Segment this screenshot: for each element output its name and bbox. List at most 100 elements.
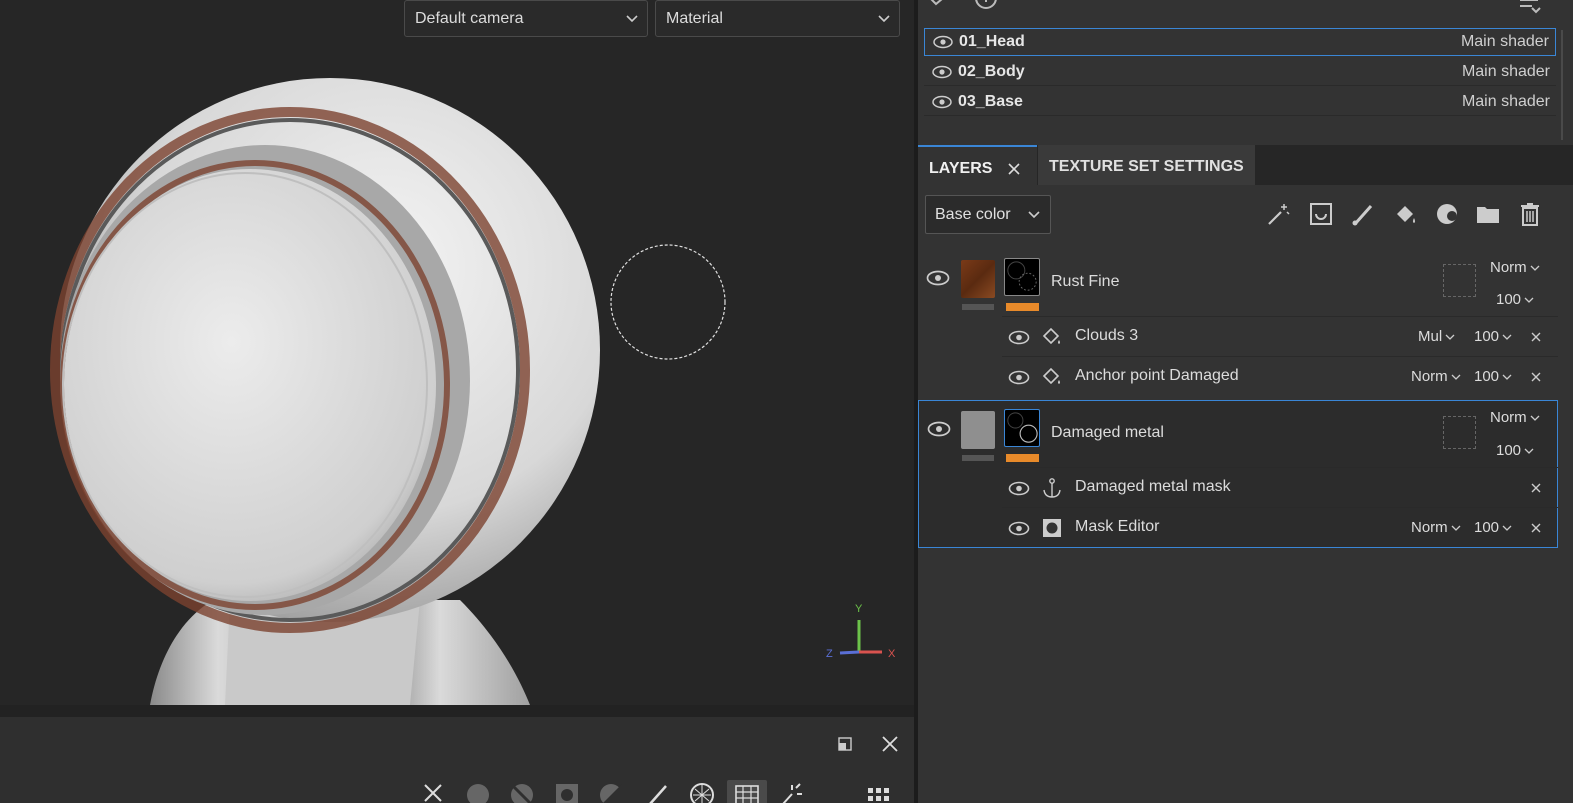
layer-row[interactable]: Damaged metal Norm 100 xyxy=(919,401,1559,467)
texture-set-name: 03_Base xyxy=(958,92,1023,110)
eye-icon[interactable] xyxy=(933,35,953,49)
layer-item[interactable]: Rust Fine Norm 100 Clouds 3 Mul 100 Anch… xyxy=(918,248,1558,398)
effect-name: Mask Editor xyxy=(1075,518,1160,535)
paint-bucket-icon[interactable] xyxy=(1391,200,1419,228)
mask-icon[interactable] xyxy=(1433,200,1461,228)
eye-icon[interactable] xyxy=(1008,481,1030,496)
mask-thumbnail[interactable] xyxy=(1004,258,1040,296)
mask-thumbnail[interactable] xyxy=(1004,409,1040,447)
eye-icon[interactable] xyxy=(1008,370,1030,385)
chevron-down-icon xyxy=(1502,374,1512,380)
mask-active-bar xyxy=(1006,454,1039,462)
thumbnail-bar xyxy=(962,455,994,461)
close-panel-icon[interactable] xyxy=(879,733,901,755)
layer-thumbnail[interactable] xyxy=(961,260,995,298)
camera-select[interactable]: Default camera xyxy=(404,0,648,37)
channel-select-value: Base color xyxy=(935,206,1011,223)
display-mode-select[interactable]: Material xyxy=(655,0,900,37)
remove-effect-icon[interactable] xyxy=(1530,522,1542,534)
apps-grid-icon[interactable] xyxy=(866,780,892,803)
3d-viewport[interactable]: Default camera Material Y X Z xyxy=(0,0,914,705)
list-settings-icon[interactable] xyxy=(1518,0,1542,14)
eye-icon[interactable] xyxy=(927,421,951,437)
eye-icon[interactable] xyxy=(926,270,950,286)
effect-blend-mode[interactable]: Mul xyxy=(1418,328,1455,345)
remove-effect-icon[interactable] xyxy=(1530,371,1542,383)
blend-mode-value: Norm xyxy=(1490,409,1527,426)
layer-row[interactable]: Rust Fine Norm 100 xyxy=(918,248,1558,316)
effect-row[interactable]: Clouds 3 Mul 100 xyxy=(1002,316,1558,356)
layer-opacity[interactable]: 100 xyxy=(1496,291,1534,308)
close-icon[interactable] xyxy=(420,780,446,803)
remove-effect-icon[interactable] xyxy=(1530,331,1542,343)
magic-wand-icon[interactable] xyxy=(1265,200,1293,228)
texture-set-shader: Main shader xyxy=(1460,33,1549,50)
eye-icon[interactable] xyxy=(932,65,952,79)
chevron-down-icon xyxy=(1502,525,1512,531)
effect-opacity[interactable]: 100 xyxy=(1474,519,1512,536)
chevron-down-icon xyxy=(1028,211,1040,219)
layer-blend-mode[interactable]: Norm xyxy=(1490,409,1540,426)
info-icon[interactable] xyxy=(974,0,998,10)
texture-set-name: 02_Body xyxy=(958,62,1025,80)
channel-select[interactable]: Base color xyxy=(925,195,1051,234)
tab-texture-set-settings-label: TEXTURE SET SETTINGS xyxy=(1049,158,1244,175)
texture-set-row[interactable]: 01_Head Main shader xyxy=(924,28,1556,56)
mask-preview-icon xyxy=(1007,261,1037,291)
blend-preview-box xyxy=(1443,264,1476,297)
fill-layer-icon[interactable] xyxy=(1307,200,1335,228)
check-paint-icon[interactable] xyxy=(924,0,952,12)
effect-blend-mode[interactable]: Norm xyxy=(1411,368,1461,385)
pen-icon[interactable] xyxy=(646,780,672,803)
layer-thumbnail[interactable] xyxy=(961,411,995,449)
texture-set-row[interactable]: 03_Base Main shader xyxy=(924,88,1556,116)
fill-icon xyxy=(1042,327,1060,345)
effect-row[interactable]: Mask Editor Norm 100 xyxy=(1002,507,1558,547)
eye-icon[interactable] xyxy=(932,95,952,109)
mask-square-icon[interactable] xyxy=(554,780,580,803)
eye-icon[interactable] xyxy=(1008,330,1030,345)
chevron-down-icon xyxy=(1502,334,1512,340)
layer-blend-mode[interactable]: Norm xyxy=(1490,259,1540,276)
sphere-slashed-icon[interactable] xyxy=(509,780,535,803)
sphere-icon[interactable] xyxy=(465,780,491,803)
trash-icon[interactable] xyxy=(1516,200,1544,228)
remove-effect-icon[interactable] xyxy=(1530,482,1542,494)
texture-set-scrollbar[interactable] xyxy=(1559,30,1565,140)
folder-icon[interactable] xyxy=(1474,200,1502,228)
grid-sliders-icon[interactable] xyxy=(727,780,767,803)
effect-row[interactable]: Damaged metal mask xyxy=(1002,467,1558,507)
layer-opacity[interactable]: 100 xyxy=(1496,442,1534,459)
opacity-value: 100 xyxy=(1496,291,1522,308)
layer-name: Damaged metal xyxy=(1051,424,1164,441)
effect-blend-mode[interactable]: Norm xyxy=(1411,519,1461,536)
eye-icon[interactable] xyxy=(1008,521,1030,536)
brush-icon[interactable] xyxy=(1349,200,1377,228)
camera-select-value: Default camera xyxy=(415,10,524,27)
panel-divider xyxy=(0,705,914,717)
axis-gizmo[interactable]: Y X Z xyxy=(822,600,900,665)
texture-set-shader: Main shader xyxy=(1461,62,1550,80)
float-window-icon[interactable] xyxy=(834,733,856,755)
effect-opacity[interactable]: 100 xyxy=(1474,368,1512,385)
close-tab-icon[interactable] xyxy=(1007,162,1021,176)
sparkle-icon[interactable] xyxy=(778,780,804,803)
texture-set-row[interactable]: 02_Body Main shader xyxy=(924,58,1556,86)
opacity-value: 100 xyxy=(1496,442,1522,459)
effect-name: Clouds 3 xyxy=(1075,327,1139,344)
layer-item-selected[interactable]: Damaged metal Norm 100 Damaged metal mas… xyxy=(918,400,1558,548)
effect-name: Anchor point Damaged xyxy=(1075,367,1239,384)
effect-opacity[interactable]: 100 xyxy=(1474,328,1512,345)
chevron-down-icon xyxy=(1445,334,1455,340)
effect-name: Damaged metal mask xyxy=(1075,478,1231,495)
checker-sphere-icon[interactable] xyxy=(689,780,715,803)
display-mode-value: Material xyxy=(666,10,723,27)
blend-mode-value: Norm xyxy=(1411,368,1448,385)
tab-layers[interactable]: LAYERS xyxy=(918,145,1037,185)
chevron-down-icon xyxy=(1524,448,1534,454)
effect-row[interactable]: Anchor point Damaged Norm 100 xyxy=(1002,356,1558,396)
blend-mode-value: Mul xyxy=(1418,328,1443,345)
right-panel: 01_Head Main shader 02_Body Main shader … xyxy=(918,0,1573,803)
half-circle-icon[interactable] xyxy=(598,780,624,803)
tab-texture-set-settings[interactable]: TEXTURE SET SETTINGS xyxy=(1038,145,1255,185)
